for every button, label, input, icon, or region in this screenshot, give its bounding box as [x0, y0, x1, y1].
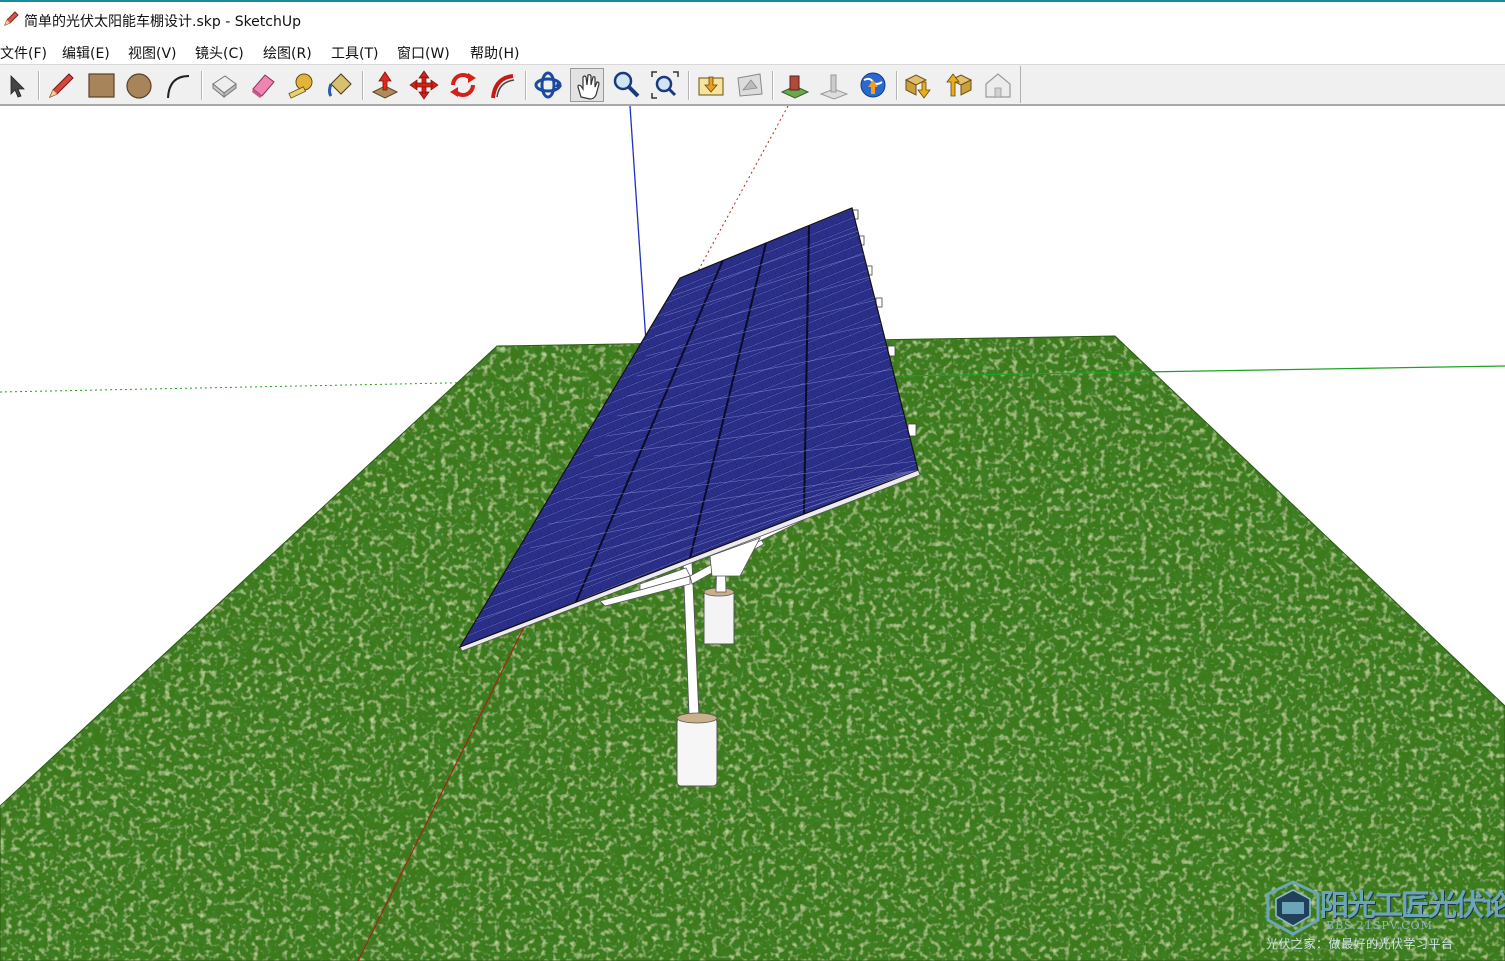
extension-house-icon — [985, 73, 1011, 98]
rectangle-icon — [88, 73, 115, 98]
follow-me-button[interactable] — [485, 68, 519, 102]
get-models-button[interactable] — [694, 68, 728, 102]
get-component-button[interactable] — [902, 68, 936, 102]
component-upload-icon — [946, 73, 973, 97]
menu-bar: 文件(F) 编辑(E) 视图(V) 镜头(C) 绘图(R) 工具(T) 窗口(W… — [0, 37, 1505, 64]
component-download-icon — [904, 74, 931, 99]
select-tool-button[interactable] — [0, 68, 34, 102]
share-model-icon — [737, 73, 763, 97]
share-component-button[interactable] — [941, 68, 975, 102]
rectangle-tool-button[interactable] — [84, 68, 118, 102]
arc-tool-button[interactable] — [161, 68, 195, 102]
component-icon — [212, 75, 237, 99]
add-location-button[interactable] — [778, 68, 812, 102]
menu-edit[interactable]: 编辑(E) — [62, 43, 110, 63]
menu-help[interactable]: 帮助(H) — [470, 43, 519, 63]
main-toolbar — [0, 64, 1505, 106]
3d-scene[interactable] — [0, 106, 1505, 961]
paint-bucket-icon — [328, 73, 352, 97]
extension-warehouse-button[interactable] — [981, 68, 1015, 102]
tape-measure-icon — [288, 73, 313, 99]
eraser-tool-button[interactable] — [246, 68, 280, 102]
zoom-tool-button[interactable] — [609, 68, 643, 102]
menu-tools[interactable]: 工具(T) — [331, 43, 378, 63]
title-bar: 简单的光伏太阳能车棚设计.skp - SketchUp — [0, 0, 1505, 37]
menu-view[interactable]: 视图(V) — [128, 43, 177, 63]
blue-axis — [629, 106, 647, 343]
rotate-icon — [450, 73, 476, 97]
orbit-tool-button[interactable] — [531, 68, 565, 102]
push-pull-icon — [371, 71, 399, 99]
zoom-extents-button[interactable] — [648, 68, 682, 102]
watermark-slogan: 光伏之家：做最好的光伏学习平台 — [1266, 937, 1454, 951]
get-models-icon — [698, 76, 724, 96]
follow-me-icon — [491, 74, 515, 99]
tape-measure-button[interactable] — [285, 68, 319, 102]
circle-icon — [126, 73, 152, 99]
green-axis-dotted — [0, 381, 498, 393]
sketchup-pencil-icon[interactable] — [2, 10, 20, 28]
toggle-terrain-button[interactable] — [817, 68, 851, 102]
watermark-url: BBS.21SPV.COM — [1326, 919, 1433, 932]
push-pull-button[interactable] — [368, 68, 402, 102]
make-component-button[interactable] — [207, 68, 241, 102]
menu-draw[interactable]: 绘图(R) — [263, 43, 312, 63]
rotate-tool-button[interactable] — [446, 68, 480, 102]
menu-window[interactable]: 窗口(W) — [397, 43, 450, 63]
pencil-icon — [49, 73, 74, 98]
eraser-icon — [252, 74, 275, 98]
zoom-icon — [613, 71, 640, 98]
earth-globe-icon — [860, 72, 886, 98]
pan-hand-icon — [577, 74, 600, 100]
forum-logo-icon — [1266, 880, 1320, 936]
circle-tool-button[interactable] — [122, 68, 156, 102]
move-icon — [409, 70, 439, 100]
toggle-terrain-icon — [819, 74, 849, 100]
watermark-badge: 阳光工匠光伏论坛 BBS.21SPV.COM 光伏之家：做最好的光伏学习平台 — [1262, 878, 1505, 958]
share-model-button[interactable] — [733, 68, 767, 102]
move-tool-button[interactable] — [407, 68, 441, 102]
arc-icon — [167, 75, 190, 99]
orbit-icon — [534, 71, 562, 99]
zoom-extents-icon — [651, 71, 679, 99]
modeling-viewport[interactable]: 阳光工匠光伏论坛 BBS.21SPV.COM 光伏之家：做最好的光伏学习平台 — [0, 106, 1505, 961]
menu-file[interactable]: 文件(F) — [0, 43, 47, 63]
pencil-tool-button[interactable] — [44, 68, 78, 102]
preview-google-earth-button[interactable] — [856, 68, 890, 102]
add-location-icon — [780, 75, 810, 99]
paint-bucket-button[interactable] — [323, 68, 357, 102]
pan-tool-button[interactable] — [570, 68, 604, 102]
window-title: 简单的光伏太阳能车棚设计.skp - SketchUp — [24, 14, 301, 30]
watermark-brand: 阳光工匠光伏论坛 — [1320, 888, 1505, 922]
arrow-cursor-icon — [10, 75, 25, 98]
menu-camera[interactable]: 镜头(C) — [195, 43, 244, 63]
